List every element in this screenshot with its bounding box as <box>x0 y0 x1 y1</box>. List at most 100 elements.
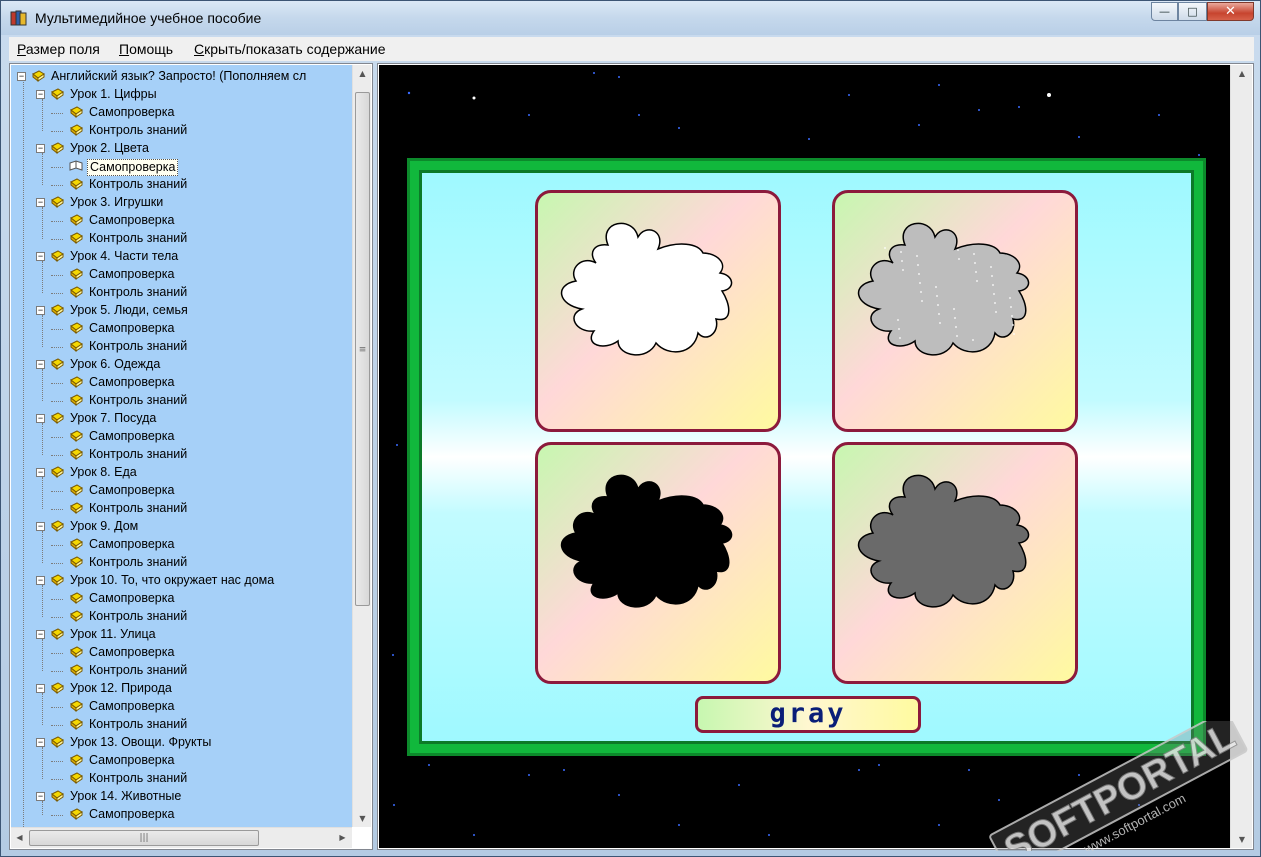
collapse-toggle-icon[interactable]: − <box>36 90 45 99</box>
maximize-button[interactable]: □ <box>1178 2 1207 21</box>
tree-item-label: Урок 1. Цифры <box>70 87 157 101</box>
color-card-black[interactable] <box>535 442 781 684</box>
tree-lesson-item[interactable]: − Урок 4. Части тела <box>11 248 352 266</box>
closed-book-icon <box>50 142 64 155</box>
color-card-white[interactable] <box>535 190 781 432</box>
closed-book-icon <box>69 772 83 785</box>
closed-book-icon <box>69 340 83 353</box>
collapse-toggle-icon[interactable]: − <box>36 792 45 801</box>
tree-connector <box>51 509 63 510</box>
tree-item-self-check[interactable]: Самопроверка <box>11 590 352 608</box>
tree-item-self-check[interactable]: Самопроверка <box>11 806 352 824</box>
tree-lesson-item[interactable]: − Урок 7. Посуда <box>11 410 352 428</box>
tree-item-self-check[interactable]: Самопроверка <box>11 266 352 284</box>
tree-item-self-check[interactable]: Самопроверка <box>11 320 352 338</box>
collapse-toggle-icon[interactable]: − <box>36 522 45 531</box>
content-scroll-down-arrow-icon[interactable]: ▼ <box>1231 831 1253 848</box>
collapse-toggle-icon[interactable]: − <box>36 684 45 693</box>
tree-item-self-check[interactable]: Самопроверка <box>11 536 352 554</box>
tree-item-label: Самопроверка <box>89 105 175 119</box>
tree-item-label: Урок 13. Овощи. Фрукты <box>70 735 212 749</box>
tree-item-knowledge-test[interactable]: Контроль знаний <box>11 176 352 194</box>
content-scroll-up-arrow-icon[interactable]: ▲ <box>1231 65 1253 82</box>
tree-lesson-item[interactable]: − Урок 14. Животные <box>11 788 352 806</box>
tree-connector <box>51 563 63 564</box>
tree-lesson-item[interactable]: − Урок 10. То, что окружает нас дома <box>11 572 352 590</box>
tree-item-self-check[interactable]: Самопроверка <box>11 158 352 176</box>
tree-horizontal-scrollbar[interactable]: ◀ ||| ▶ <box>11 827 352 848</box>
contents-tree[interactable]: − Английский язык? Запросто! (Пополняем с… <box>11 65 352 827</box>
collapse-toggle-icon[interactable]: − <box>36 630 45 639</box>
collapse-toggle-icon[interactable]: − <box>36 198 45 207</box>
closed-book-icon <box>50 358 64 371</box>
content-vertical-scrollbar[interactable]: ▲ ▼ <box>1230 65 1252 848</box>
tree-lesson-item[interactable]: − Урок 13. Овощи. Фрукты <box>11 734 352 752</box>
title-bar[interactable]: Мультимедийное учебное пособие — □ ✕ <box>1 1 1260 35</box>
collapse-toggle-icon[interactable]: − <box>36 252 45 261</box>
tree-connector <box>51 653 63 654</box>
tree-item-label: Урок 3. Игрушки <box>70 195 164 209</box>
tree-root-item[interactable]: − Английский язык? Запросто! (Пополняем с… <box>11 68 352 86</box>
color-card-dark-gray[interactable] <box>832 442 1078 684</box>
tree-item-label: Урок 2. Цвета <box>70 141 149 155</box>
collapse-toggle-icon[interactable]: − <box>36 360 45 369</box>
collapse-toggle-icon[interactable]: − <box>36 144 45 153</box>
tree-hscroll-thumb[interactable]: ||| <box>29 830 259 846</box>
tree-lesson-item[interactable]: − Урок 5. Люди, семья <box>11 302 352 320</box>
menu-field-size[interactable]: Размер поля <box>17 41 100 57</box>
color-card-light-gray[interactable] <box>832 190 1078 432</box>
menu-toggle-contents[interactable]: Скрыть/показать содержание <box>194 41 385 57</box>
tree-item-knowledge-test[interactable]: Контроль знаний <box>11 446 352 464</box>
tree-lesson-item[interactable]: − Урок 9. Дом <box>11 518 352 536</box>
collapse-toggle-icon[interactable]: − <box>36 738 45 747</box>
tree-item-self-check[interactable]: Самопроверка <box>11 104 352 122</box>
minimize-button[interactable]: — <box>1151 2 1178 21</box>
tree-lesson-item[interactable]: − Урок 2. Цвета <box>11 140 352 158</box>
tree-item-knowledge-test[interactable]: Контроль знаний <box>11 338 352 356</box>
collapse-toggle-icon[interactable]: − <box>36 414 45 423</box>
tree-item-label: Самопроверка <box>89 375 175 389</box>
tree-connector <box>51 437 63 438</box>
tree-vertical-scrollbar[interactable]: ▲ ≡ ▼ <box>352 65 371 827</box>
tree-item-self-check[interactable]: Самопроверка <box>11 644 352 662</box>
scroll-down-arrow-icon[interactable]: ▼ <box>353 810 372 827</box>
tree-guide-line <box>42 747 43 779</box>
tree-item-self-check[interactable]: Самопроверка <box>11 698 352 716</box>
menu-help[interactable]: Помощь <box>119 41 173 57</box>
tree-item-knowledge-test[interactable]: Контроль знаний <box>11 608 352 626</box>
tree-item-knowledge-test[interactable]: Контроль знаний <box>11 122 352 140</box>
tree-item-self-check[interactable]: Самопроверка <box>11 752 352 770</box>
collapse-toggle-icon[interactable]: − <box>36 468 45 477</box>
tree-item-label: Урок 10. То, что окружает нас дома <box>70 573 275 587</box>
tree-item-label: Урок 7. Посуда <box>70 411 157 425</box>
tree-lesson-item[interactable]: − Урок 3. Игрушки <box>11 194 352 212</box>
collapse-toggle-icon[interactable]: − <box>36 306 45 315</box>
close-button[interactable]: ✕ <box>1207 2 1254 21</box>
tree-item-self-check[interactable]: Самопроверка <box>11 212 352 230</box>
scroll-right-arrow-icon[interactable]: ▶ <box>334 828 351 848</box>
tree-item-knowledge-test[interactable]: Контроль знаний <box>11 662 352 680</box>
tree-item-knowledge-test[interactable]: Контроль знаний <box>11 770 352 788</box>
open-book-icon <box>69 160 83 172</box>
collapse-toggle-icon[interactable]: − <box>17 72 26 81</box>
tree-item-knowledge-test[interactable]: Контроль знаний <box>11 392 352 410</box>
tree-item-self-check[interactable]: Самопроверка <box>11 428 352 446</box>
tree-item-knowledge-test[interactable]: Контроль знаний <box>11 284 352 302</box>
tree-item-knowledge-test[interactable]: Контроль знаний <box>11 716 352 734</box>
scroll-up-arrow-icon[interactable]: ▲ <box>353 65 372 82</box>
tree-lesson-item[interactable]: − Урок 8. Еда <box>11 464 352 482</box>
tree-item-self-check[interactable]: Самопроверка <box>11 374 352 392</box>
tree-lesson-item[interactable]: − Урок 6. Одежда <box>11 356 352 374</box>
tree-item-self-check[interactable]: Самопроверка <box>11 482 352 500</box>
scroll-left-arrow-icon[interactable]: ◀ <box>11 828 28 848</box>
closed-book-icon <box>50 250 64 263</box>
tree-item-label: Самопроверка <box>89 429 175 443</box>
tree-scroll-thumb[interactable]: ≡ <box>355 92 370 606</box>
tree-lesson-item[interactable]: − Урок 11. Улица <box>11 626 352 644</box>
tree-item-knowledge-test[interactable]: Контроль знаний <box>11 554 352 572</box>
tree-item-knowledge-test[interactable]: Контроль знаний <box>11 500 352 518</box>
tree-item-knowledge-test[interactable]: Контроль знаний <box>11 230 352 248</box>
tree-lesson-item[interactable]: − Урок 12. Природа <box>11 680 352 698</box>
collapse-toggle-icon[interactable]: − <box>36 576 45 585</box>
tree-lesson-item[interactable]: − Урок 1. Цифры <box>11 86 352 104</box>
